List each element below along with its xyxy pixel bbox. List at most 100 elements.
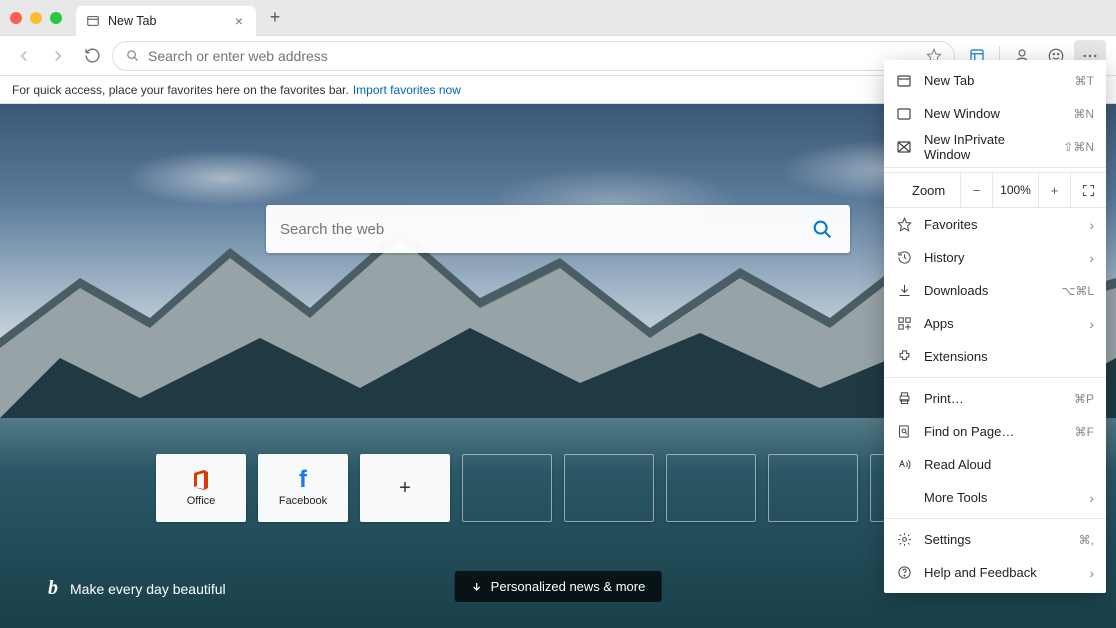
menu-item-shortcut: ⌘P: [1074, 392, 1094, 406]
chevron-right-icon: ›: [1089, 490, 1094, 506]
empty-tile: [564, 454, 654, 522]
titlebar: New Tab × +: [0, 0, 1116, 36]
menu-separator: [884, 377, 1106, 378]
window-icon: [896, 106, 912, 122]
arrow-down-icon: [471, 581, 483, 593]
chevron-right-icon: ›: [1089, 316, 1094, 332]
empty-tile: [666, 454, 756, 522]
zoom-value: 100%: [992, 173, 1038, 207]
tile-office[interactable]: Office: [156, 454, 246, 522]
plus-icon: +: [394, 477, 416, 499]
web-search-input[interactable]: [280, 221, 808, 238]
menu-item-read-aloud[interactable]: Read Aloud: [884, 448, 1106, 481]
refresh-button[interactable]: [78, 42, 106, 70]
menu-item-find-on-page[interactable]: Find on Page… ⌘F: [884, 415, 1106, 448]
address-bar[interactable]: [112, 41, 955, 71]
extensions-icon: [896, 349, 912, 365]
close-tab-button[interactable]: ×: [232, 14, 246, 28]
minimize-window-button[interactable]: [30, 12, 42, 24]
favorites-bar-text: For quick access, place your favorites h…: [12, 83, 349, 97]
tile-facebook[interactable]: f Facebook: [258, 454, 348, 522]
menu-item-settings[interactable]: Settings ⌘,: [884, 523, 1106, 556]
menu-item-label: New InPrivate Window: [924, 132, 1051, 162]
menu-item-history[interactable]: History ›: [884, 241, 1106, 274]
menu-item-favorites[interactable]: Favorites ›: [884, 208, 1106, 241]
zoom-out-button[interactable]: −: [960, 172, 992, 208]
menu-item-new-inprivate-window[interactable]: New InPrivate Window ⇧⌘N: [884, 130, 1106, 163]
menu-item-label: Find on Page…: [924, 424, 1063, 439]
web-search-button[interactable]: [808, 215, 836, 243]
forward-button[interactable]: [44, 42, 72, 70]
menu-item-shortcut: ⌘,: [1079, 533, 1094, 547]
search-icon: [125, 48, 140, 63]
print-icon: [896, 391, 912, 407]
settings-icon: [896, 532, 912, 548]
menu-item-label: Downloads: [924, 283, 1049, 298]
star-icon: [896, 217, 912, 233]
menu-item-new-tab[interactable]: New Tab ⌘T: [884, 64, 1106, 97]
add-tile-button[interactable]: +: [360, 454, 450, 522]
blank-icon: [896, 490, 912, 506]
menu-item-shortcut: ⌘T: [1075, 74, 1094, 88]
tab-page-icon: [86, 14, 100, 28]
menu-item-label: History: [924, 250, 1077, 265]
menu-item-more-tools[interactable]: More Tools ›: [884, 481, 1106, 514]
empty-tile: [462, 454, 552, 522]
menu-item-label: New Window: [924, 106, 1061, 121]
menu-item-label: Read Aloud: [924, 457, 1094, 472]
zoom-label: Zoom: [884, 183, 960, 198]
address-input[interactable]: [148, 48, 918, 64]
tab-title: New Tab: [108, 14, 224, 28]
history-icon: [896, 250, 912, 266]
menu-item-print[interactable]: Print… ⌘P: [884, 382, 1106, 415]
import-favorites-link[interactable]: Import favorites now: [353, 83, 461, 97]
facebook-icon: f: [292, 469, 314, 491]
menu-item-shortcut: ⇧⌘N: [1063, 140, 1094, 154]
chevron-right-icon: ›: [1089, 250, 1094, 266]
browser-tab[interactable]: New Tab ×: [76, 6, 256, 36]
menu-item-label: Favorites: [924, 217, 1077, 232]
inprivate-icon: [896, 139, 912, 155]
close-window-button[interactable]: [10, 12, 22, 24]
download-icon: [896, 283, 912, 299]
back-button[interactable]: [10, 42, 38, 70]
menu-item-label: Apps: [924, 316, 1077, 331]
quick-links-tiles: Office f Facebook +: [156, 454, 960, 522]
menu-item-label: Extensions: [924, 349, 1094, 364]
menu-item-label: New Tab: [924, 73, 1063, 88]
new-tab-button[interactable]: +: [260, 3, 290, 33]
menu-item-apps[interactable]: Apps ›: [884, 307, 1106, 340]
tagline-text: Make every day beautiful: [70, 581, 226, 597]
fullscreen-button[interactable]: [1070, 172, 1106, 208]
personalized-news-button[interactable]: Personalized news & more: [455, 571, 662, 602]
office-icon: [190, 469, 212, 491]
menu-item-downloads[interactable]: Downloads ⌥⌘L: [884, 274, 1106, 307]
menu-separator: [884, 518, 1106, 519]
help-icon: [896, 565, 912, 581]
zoom-in-button[interactable]: +: [1038, 172, 1070, 208]
menu-item-label: Settings: [924, 532, 1067, 547]
zoom-controls: Zoom−100%+: [884, 172, 1106, 208]
tile-label: Office: [187, 495, 216, 507]
newtab-icon: [896, 73, 912, 89]
menu-item-label: More Tools: [924, 490, 1077, 505]
bing-logo-icon: b: [48, 577, 58, 600]
menu-item-label: Print…: [924, 391, 1062, 406]
menu-item-extensions[interactable]: Extensions: [884, 340, 1106, 373]
menu-item-shortcut: ⌘N: [1073, 107, 1094, 121]
empty-tile: [768, 454, 858, 522]
menu-separator: [884, 167, 1106, 168]
maximize-window-button[interactable]: [50, 12, 62, 24]
web-search-box[interactable]: [266, 205, 850, 253]
tile-label: Facebook: [279, 495, 327, 507]
menu-item-shortcut: ⌥⌘L: [1061, 284, 1094, 298]
news-button-label: Personalized news & more: [491, 579, 646, 594]
menu-item-help-and-feedback[interactable]: Help and Feedback›: [884, 556, 1106, 589]
apps-icon: [896, 316, 912, 332]
settings-menu: New Tab ⌘T New Window ⌘N New InPrivate Windo…: [884, 60, 1106, 593]
window-controls: [10, 12, 62, 24]
readaloud-icon: [896, 457, 912, 473]
chevron-right-icon: ›: [1089, 217, 1094, 233]
menu-item-shortcut: ⌘F: [1075, 425, 1094, 439]
menu-item-new-window[interactable]: New Window ⌘N: [884, 97, 1106, 130]
